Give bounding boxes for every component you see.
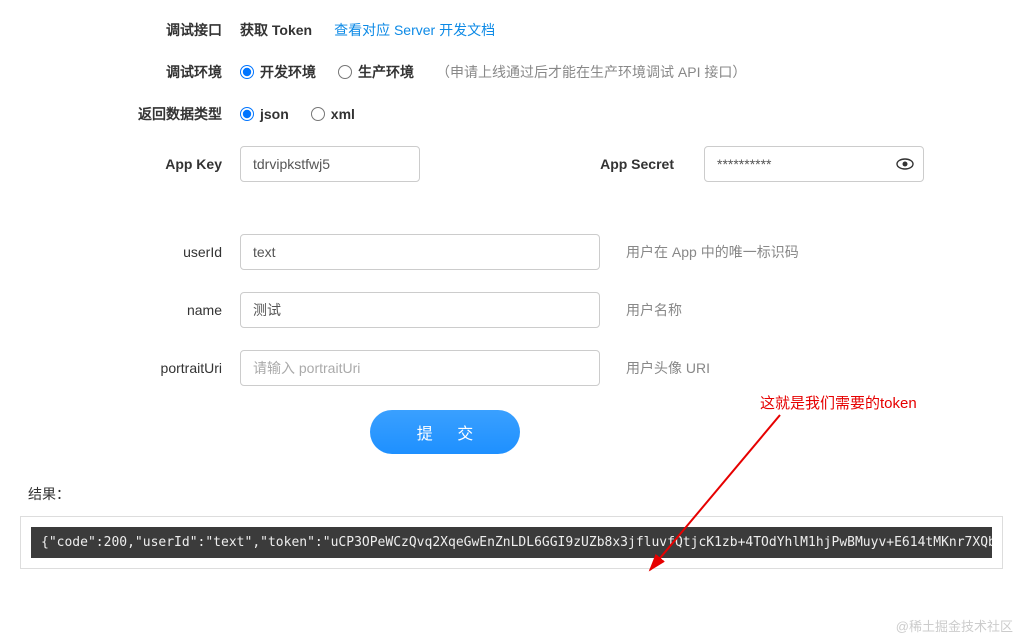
env-dev-radio-label: 开发环境 (260, 62, 316, 82)
portrait-hint: 用户头像 URI (626, 358, 710, 378)
portrait-label: portraitUri (0, 360, 240, 376)
type-json-radio-label: json (260, 106, 289, 122)
server-doc-link[interactable]: 查看对应 Server 开发文档 (334, 20, 495, 40)
name-label: name (0, 302, 240, 318)
appkey-input[interactable] (240, 146, 420, 182)
type-json-radio[interactable]: json (240, 106, 289, 122)
type-xml-radio-label: xml (331, 106, 355, 122)
env-dev-radio-input[interactable] (240, 65, 254, 79)
appsecret-label: App Secret (432, 156, 692, 172)
env-prod-radio-input[interactable] (338, 65, 352, 79)
result-label: 结果： (28, 484, 1023, 504)
appkey-label: App Key (0, 156, 240, 172)
userid-label: userId (0, 244, 240, 260)
env-hint: （申请上线通过后才能在生产环境调试 API 接口） (436, 62, 746, 82)
type-xml-radio[interactable]: xml (311, 106, 355, 122)
submit-button[interactable]: 提 交 (370, 410, 520, 454)
debug-interface-label: 调试接口 (0, 20, 240, 40)
result-box: {"code":200,"userId":"text","token":"uCP… (20, 516, 1003, 569)
type-json-radio-input[interactable] (240, 107, 254, 121)
appsecret-input[interactable] (704, 146, 924, 182)
portrait-input[interactable] (240, 350, 600, 386)
annotation-text: 这就是我们需要的token (760, 392, 917, 413)
debug-env-label: 调试环境 (0, 62, 240, 82)
env-prod-radio-label: 生产环境 (358, 62, 414, 82)
eye-icon[interactable] (896, 158, 914, 170)
env-dev-radio[interactable]: 开发环境 (240, 62, 316, 82)
result-json: {"code":200,"userId":"text","token":"uCP… (31, 527, 992, 558)
interface-name: 获取 Token (240, 20, 312, 40)
userid-hint: 用户在 App 中的唯一标识码 (626, 242, 799, 262)
watermark: @稀土掘金技术社区 (896, 616, 1013, 635)
userid-input[interactable] (240, 234, 600, 270)
name-hint: 用户名称 (626, 300, 682, 320)
name-input[interactable] (240, 292, 600, 328)
env-prod-radio[interactable]: 生产环境 (338, 62, 414, 82)
return-type-label: 返回数据类型 (0, 104, 240, 124)
type-xml-radio-input[interactable] (311, 107, 325, 121)
